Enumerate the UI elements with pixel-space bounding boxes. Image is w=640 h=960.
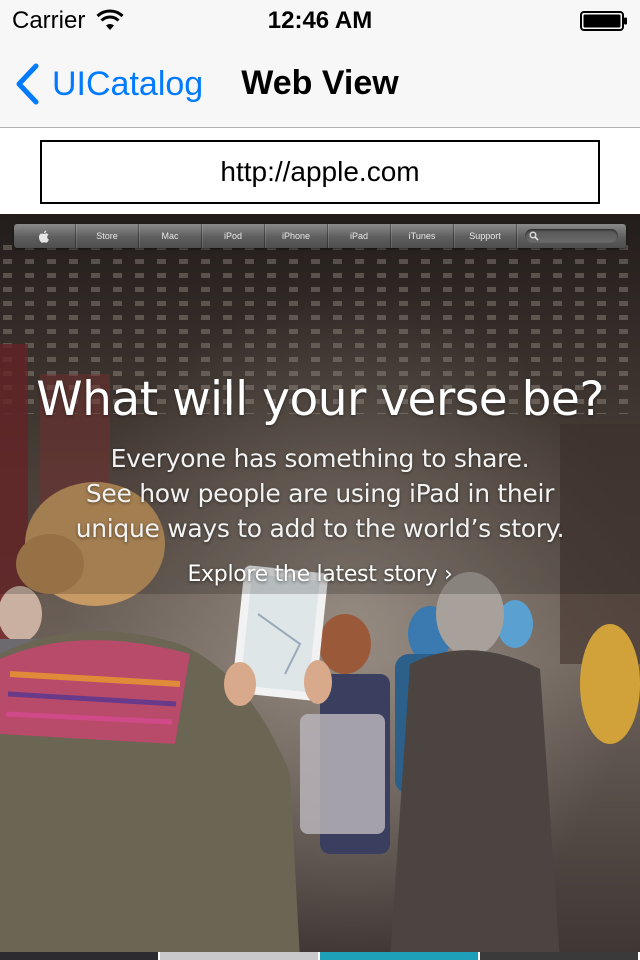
apple-nav-ipod[interactable]: iPod <box>202 224 265 248</box>
search-icon <box>529 231 539 241</box>
hero-subtext-line: Everyone has something to share. <box>110 444 530 473</box>
promo-thumbnail[interactable] <box>0 952 160 960</box>
apple-logo-icon[interactable] <box>14 224 76 248</box>
apple-nav-itunes[interactable]: iTunes <box>391 224 454 248</box>
web-view[interactable]: Store Mac iPod iPhone iPad iTunes Suppor… <box>0 214 640 960</box>
page-title: Web View <box>241 64 399 102</box>
battery-icon <box>580 11 627 31</box>
screen: Carrier 12:46 AM UICatalog Web View http… <box>0 0 640 960</box>
url-field[interactable] <box>40 140 600 204</box>
hero-subtext-line: See how people are using iPad in their <box>85 479 555 508</box>
apple-search[interactable] <box>517 224 626 248</box>
hero-headline: What will your verse be? <box>36 372 604 427</box>
apple-search-field[interactable] <box>525 229 618 243</box>
promo-thumbnail-strip <box>0 952 640 960</box>
apple-nav-mac[interactable]: Mac <box>139 224 202 248</box>
apple-nav-support[interactable]: Support <box>454 224 517 248</box>
promo-thumbnail[interactable] <box>480 952 640 960</box>
apple-nav-store[interactable]: Store <box>76 224 139 248</box>
hero-photo <box>0 214 640 960</box>
status-bar: Carrier 12:46 AM <box>0 0 640 40</box>
apple-nav-iphone[interactable]: iPhone <box>265 224 328 248</box>
navigation-bar: UICatalog Web View <box>0 40 640 128</box>
hero-subtext-line: unique ways to add to the world’s story. <box>75 514 565 543</box>
promo-thumbnail[interactable] <box>320 952 480 960</box>
explore-story-link[interactable]: Explore the latest story › <box>0 562 640 587</box>
apple-nav-ipad[interactable]: iPad <box>328 224 391 248</box>
url-area <box>0 129 640 214</box>
clock: 12:46 AM <box>267 7 373 34</box>
promo-thumbnail[interactable] <box>160 952 320 960</box>
apple-global-nav: Store Mac iPod iPhone iPad iTunes Suppor… <box>14 224 626 248</box>
